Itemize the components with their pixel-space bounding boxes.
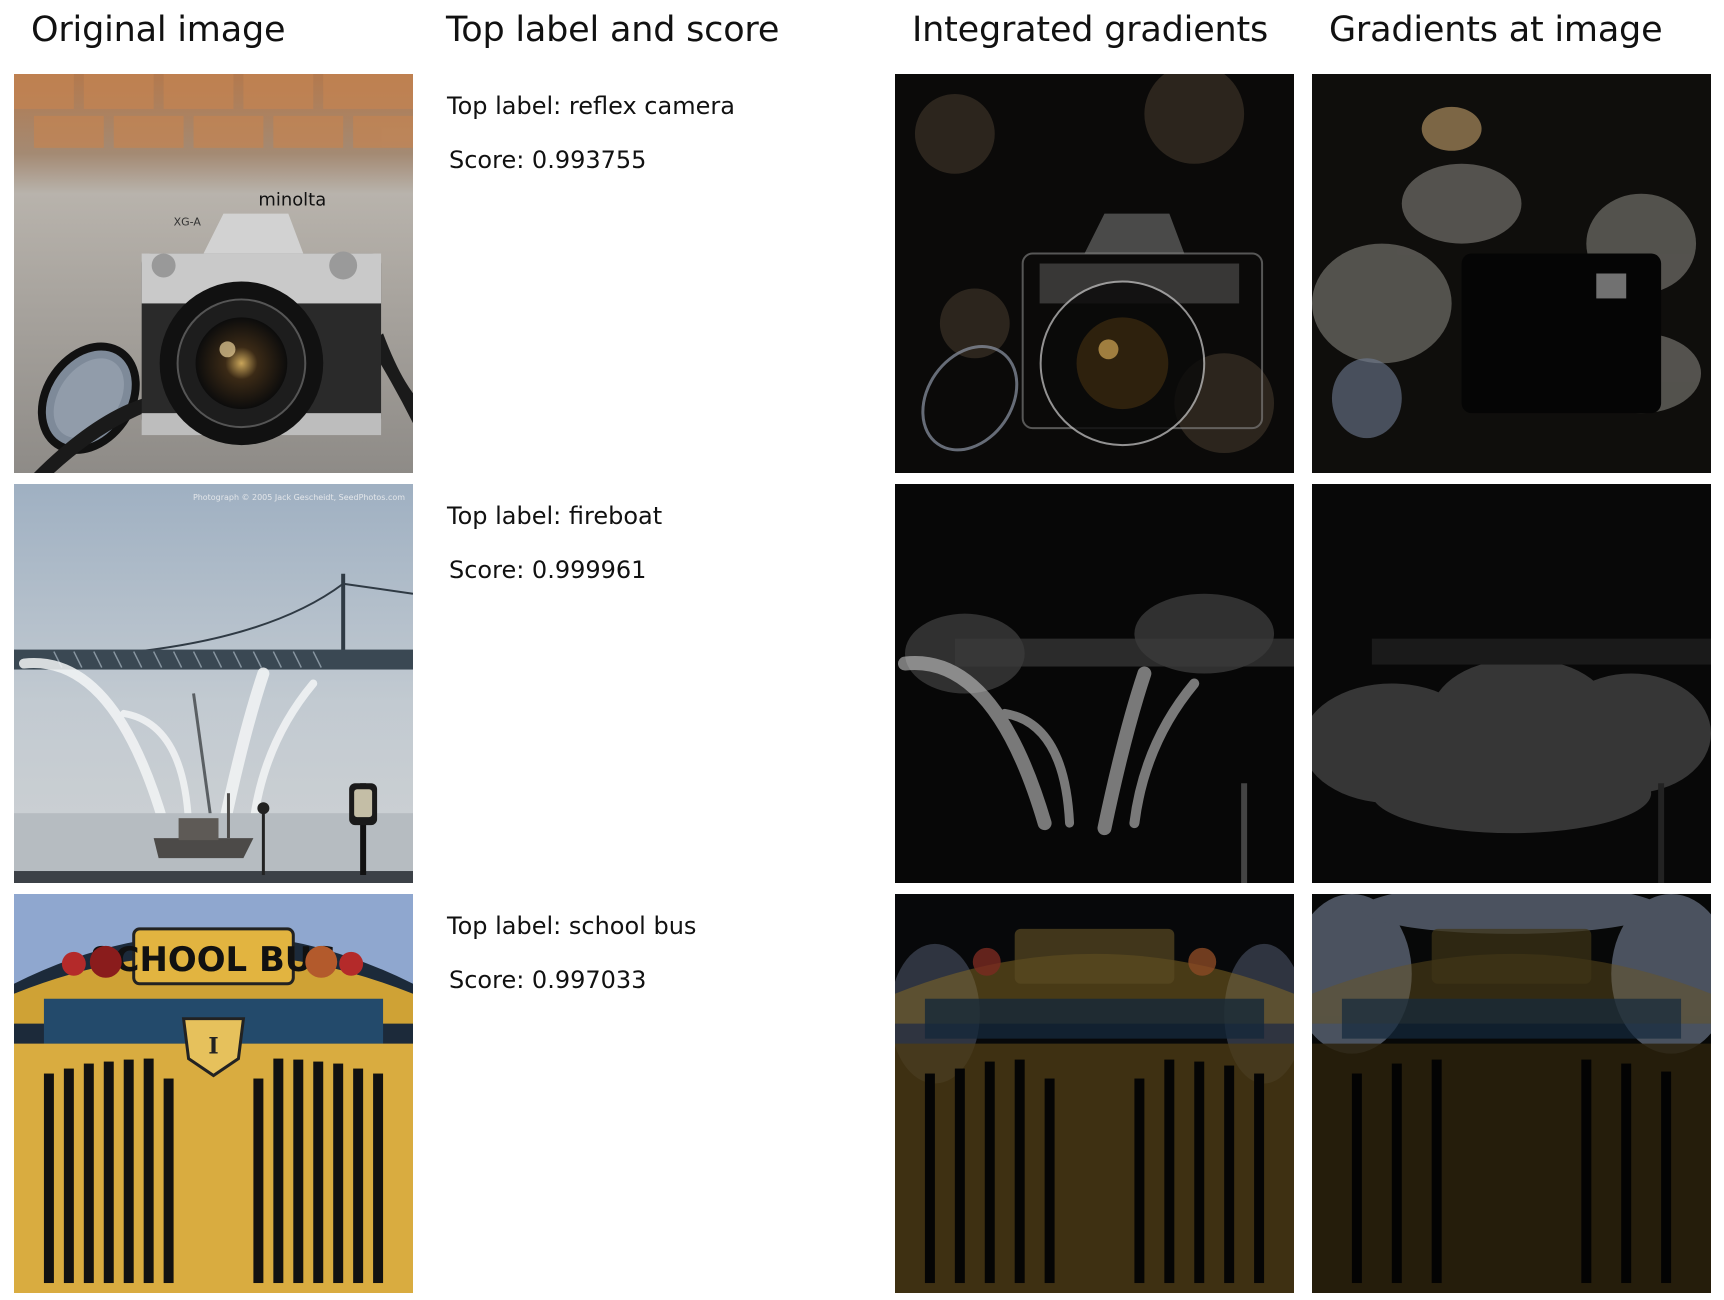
camera-integrated-gradients [895, 74, 1294, 473]
camera-model-text: XG-A [174, 216, 202, 229]
watermark-text: Photograph © 2005 Jack Gescheidt, SeedPh… [193, 493, 405, 502]
column-title-label-score: Top label and score [446, 10, 780, 50]
school-bus-gradients-at-image [1312, 894, 1711, 1293]
fireboat-original-image: Photograph © 2005 Jack Gescheidt, SeedPh… [14, 484, 413, 883]
fireboat-gradients-at-image [1312, 484, 1711, 883]
top-label-text: Top label: reflex camera [447, 92, 735, 120]
top-label-text: Top label: fireboat [447, 502, 663, 530]
camera-gradients-at-image [1312, 74, 1711, 473]
top-label-text: Top label: school bus [447, 912, 697, 940]
score-text: Score: 0.993755 [449, 146, 647, 174]
column-title-original: Original image [31, 10, 286, 50]
school-bus-integrated-gradients [895, 894, 1294, 1293]
school-bus-sign-text: SCHOOL BUS [90, 940, 337, 979]
column-title-gradients-at-image: Gradients at image [1329, 10, 1663, 50]
bus-emblem-text: I [208, 1034, 218, 1060]
camera-brand-text: minolta [258, 190, 326, 211]
school-bus-original-image: SCHOOL BUS I [14, 894, 413, 1293]
fireboat-integrated-gradients [895, 484, 1294, 883]
camera-original-image: minolta XG-A [14, 74, 413, 473]
score-text: Score: 0.997033 [449, 966, 647, 994]
score-text: Score: 0.999961 [449, 556, 647, 584]
column-title-integrated-gradients: Integrated gradients [912, 10, 1269, 50]
